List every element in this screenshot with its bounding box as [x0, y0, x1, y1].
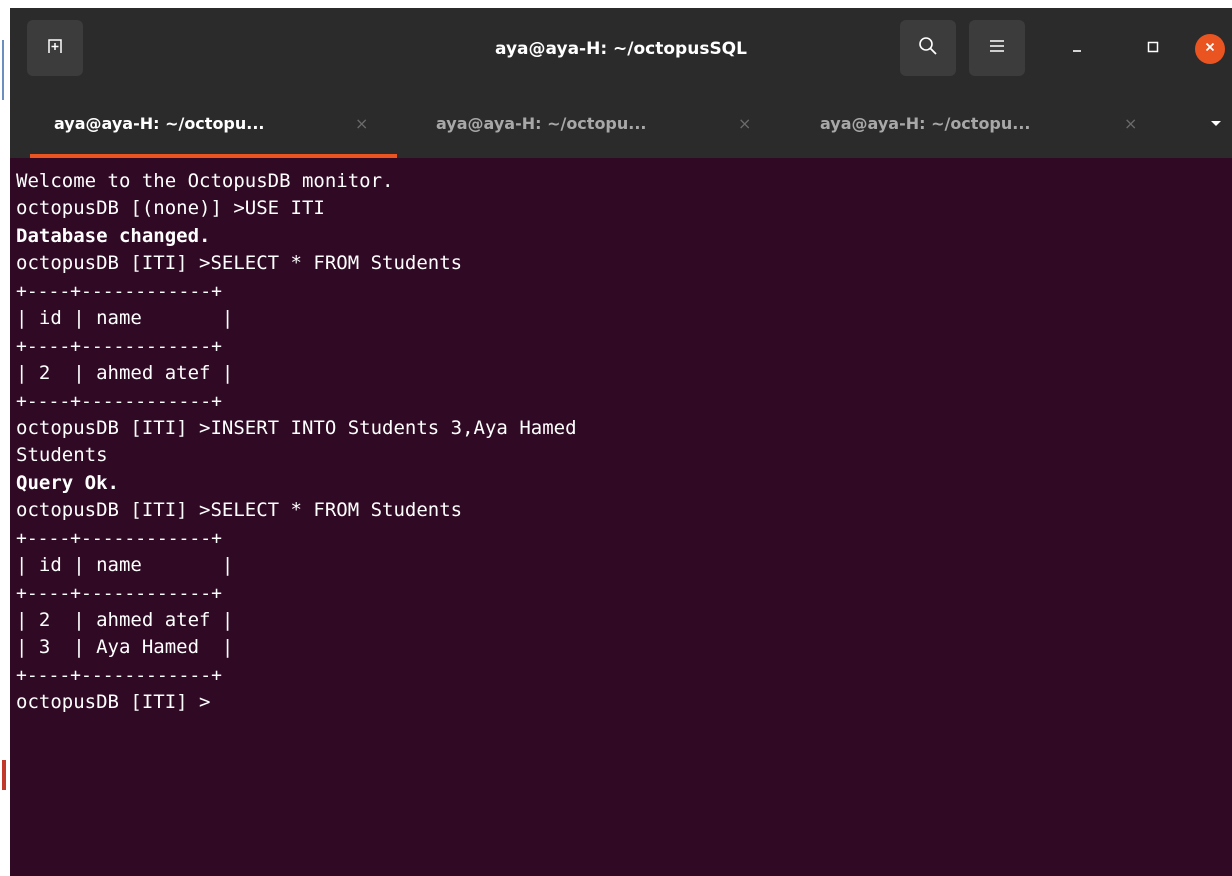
hamburger-menu-icon: [989, 39, 1005, 58]
terminal-line: | 2 | ahmed atef |: [16, 362, 234, 385]
tabs-dropdown-button[interactable]: [1200, 90, 1232, 158]
desktop-edge-mark: [2, 40, 4, 100]
tab-close-icon[interactable]: ×: [738, 90, 751, 158]
terminal-line: Students: [16, 444, 108, 467]
terminal-line: +----+------------+: [16, 280, 222, 302]
new-tab-icon: [47, 38, 63, 59]
tab-2[interactable]: aya@aya-H: ~/octopu... ×: [396, 90, 782, 158]
desktop-edge-mark: [2, 760, 6, 790]
tab-label: aya@aya-H: ~/octopu...: [820, 114, 1031, 133]
terminal-line: +----+------------+: [16, 664, 222, 686]
terminal-line: Query Ok.: [16, 471, 119, 494]
maximize-icon: [1146, 40, 1160, 59]
tab-label: aya@aya-H: ~/octopu...: [436, 114, 647, 133]
close-icon: [1203, 40, 1217, 59]
terminal-line: +----+------------+: [16, 582, 222, 604]
terminal-line: | 2 | ahmed atef |: [16, 609, 234, 631]
tab-bar: aya@aya-H: ~/octopu... × aya@aya-H: ~/oc…: [10, 90, 1232, 158]
search-button[interactable]: [900, 20, 956, 76]
desktop-edge: [0, 0, 10, 876]
terminal-line: | 3 | Aya Hamed |: [16, 636, 234, 659]
close-button[interactable]: [1195, 34, 1225, 64]
tab-1[interactable]: aya@aya-H: ~/octopu... ×: [10, 90, 397, 158]
new-tab-button[interactable]: [27, 20, 83, 76]
tab-close-icon[interactable]: ×: [355, 90, 368, 158]
terminal-window: aya@aya-H: ~/octopusSQL aya@aya-H: ~/oct…: [10, 8, 1232, 876]
terminal-line: | id | name |: [16, 307, 234, 330]
minimize-button[interactable]: [1062, 34, 1092, 64]
tab-3[interactable]: aya@aya-H: ~/octopu... ×: [782, 90, 1168, 158]
tab-close-icon[interactable]: ×: [1124, 90, 1137, 158]
terminal-line: +----+------------+: [16, 390, 222, 412]
terminal-line: Database changed.: [16, 224, 211, 247]
terminal-line: octopusDB [ITI] >INSERT INTO Students 3,…: [16, 416, 577, 439]
terminal-line: octopusDB [ITI] >SELECT * FROM Students: [16, 252, 463, 275]
terminal-line: +----+------------+: [16, 527, 222, 549]
search-icon: [918, 36, 938, 61]
menu-button[interactable]: [969, 20, 1025, 76]
tab-label: aya@aya-H: ~/octopu...: [54, 114, 265, 133]
title-bar[interactable]: aya@aya-H: ~/octopusSQL: [10, 8, 1232, 90]
minimize-icon: [1070, 40, 1084, 59]
terminal-prompt[interactable]: octopusDB [ITI] >: [16, 689, 577, 716]
window-title: aya@aya-H: ~/octopusSQL: [495, 39, 747, 59]
terminal-line: Welcome to the OctopusDB monitor.: [16, 170, 394, 192]
terminal-line: | id | name |: [16, 554, 234, 577]
terminal-line: +----+------------+: [16, 335, 222, 357]
terminal-line: octopusDB [(none)] >USE ITI: [16, 197, 325, 220]
terminal-area[interactable]: Welcome to the OctopusDB monitor. octopu…: [10, 158, 1232, 876]
terminal-output: Welcome to the OctopusDB monitor. octopu…: [16, 168, 577, 717]
chevron-down-icon: [1209, 115, 1223, 133]
terminal-line: octopusDB [ITI] >SELECT * FROM Students: [16, 499, 463, 522]
maximize-button[interactable]: [1138, 34, 1168, 64]
